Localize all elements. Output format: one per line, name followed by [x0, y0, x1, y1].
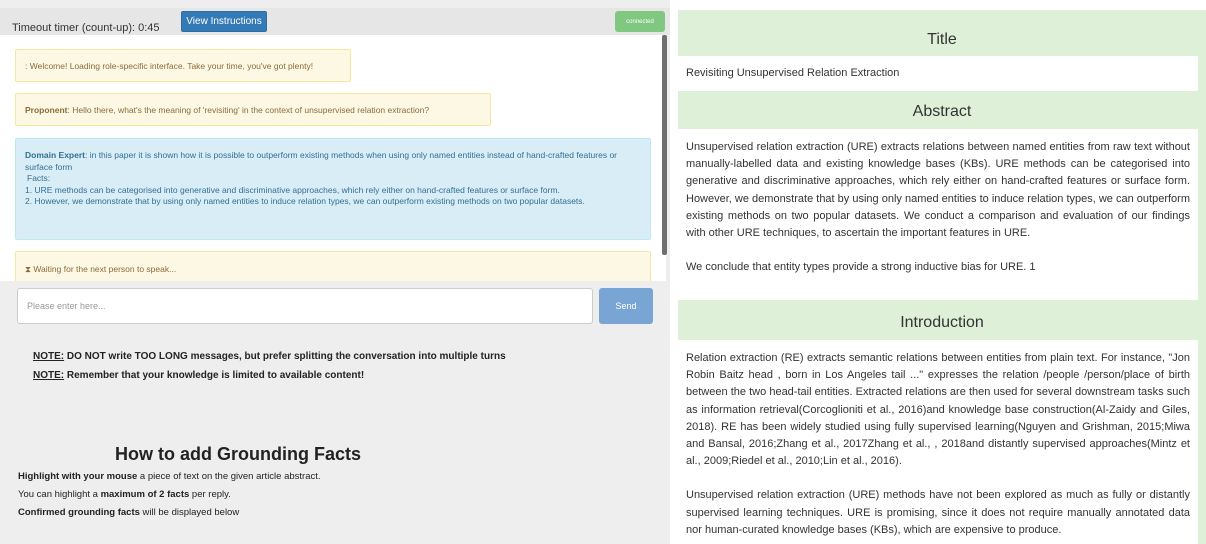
chat-scrollbar[interactable]	[662, 35, 667, 255]
note-text: DO NOT write TOO LONG messages, but pref…	[64, 351, 506, 362]
grounding-instruction-3: Confirmed grounding facts will be displa…	[18, 507, 239, 518]
domain-expert-message: Domain Expert: in this paper it is shown…	[15, 138, 651, 240]
instruction-text: You can highlight a	[18, 489, 101, 500]
view-instructions-button[interactable]: View Instructions	[181, 11, 267, 32]
instruction-text: per reply.	[189, 489, 231, 500]
introduction-paragraph[interactable]: Unsupervised relation extraction (URE) m…	[686, 487, 1190, 539]
top-bar: Timeout timer (count-up): 0:45 View Inst…	[0, 8, 670, 35]
article-title[interactable]: Revisiting Unsupervised Relation Extract…	[678, 56, 1198, 91]
instruction-text: will be displayed below	[139, 507, 240, 518]
abstract-paragraph[interactable]: We conclude that entity types provide a …	[686, 259, 1190, 276]
message-input[interactable]	[17, 288, 593, 324]
speaker-name: Proponent	[25, 105, 68, 115]
abstract-heading: Abstract	[912, 103, 972, 120]
chat-panel: Timeout timer (count-up): 0:45 View Inst…	[0, 0, 670, 544]
abstract-paragraph[interactable]: Unsupervised relation extraction (URE) e…	[686, 139, 1190, 242]
speaker-name: Domain Expert	[25, 150, 85, 160]
chat-history[interactable]: : Welcome! Loading role-specific interfa…	[0, 35, 666, 281]
note-message-length: NOTE: DO NOT write TOO LONG messages, bu…	[33, 351, 506, 362]
instruction-emphasis: Highlight with your mouse	[18, 471, 138, 482]
fact-item: 2. However, we demonstrate that by using…	[25, 196, 585, 206]
fact-item: 1. URE methods can be categorised into g…	[25, 184, 560, 195]
introduction-heading: Introduction	[900, 314, 984, 331]
message-text: : in this paper it is shown how it is po…	[25, 150, 618, 172]
article-panel: Title Revisiting Unsupervised Relation E…	[670, 0, 1206, 544]
title-heading: Title	[927, 31, 957, 48]
introduction-paragraph[interactable]: Relation extraction (RE) extracts semant…	[686, 350, 1190, 470]
note-text: Remember that your knowledge is limited …	[64, 370, 365, 381]
abstract-text[interactable]: Unsupervised relation extraction (URE) e…	[678, 129, 1198, 300]
composer-area: Send NOTE: DO NOT write TOO LONG message…	[0, 281, 670, 544]
grounding-instruction-2: You can highlight a maximum of 2 facts p…	[18, 489, 231, 500]
note-knowledge-limit: NOTE: Remember that your knowledge is li…	[33, 370, 364, 381]
introduction-text[interactable]: Relation extraction (RE) extracts semant…	[678, 340, 1198, 544]
instruction-emphasis: Confirmed grounding facts	[18, 507, 140, 518]
facts-label: Facts:	[27, 173, 51, 183]
proponent-message: Proponent: Hello there, what's the meani…	[15, 93, 491, 126]
grounding-instruction-1: Highlight with your mouse a piece of tex…	[18, 471, 321, 482]
message-text: : Hello there, what's the meaning of 're…	[67, 105, 430, 115]
system-message: : Welcome! Loading role-specific interfa…	[15, 49, 351, 82]
grounding-facts-heading: How to add Grounding Facts	[115, 444, 361, 464]
connection-status-badge: connected	[615, 11, 665, 32]
waiting-indicator: ⧗ Waiting for the next person to speak..…	[15, 251, 651, 281]
waiting-text: Waiting for the next person to speak...	[33, 264, 177, 274]
instruction-emphasis: maximum of 2 facts	[100, 489, 190, 500]
hourglass-icon: ⧗	[25, 264, 31, 274]
note-label: NOTE:	[33, 351, 65, 362]
instruction-text: a piece of text on the given article abs…	[137, 471, 321, 482]
send-button[interactable]: Send	[599, 288, 653, 324]
timeout-timer: Timeout timer (count-up): 0:45	[12, 22, 160, 34]
note-label: NOTE:	[33, 370, 65, 381]
